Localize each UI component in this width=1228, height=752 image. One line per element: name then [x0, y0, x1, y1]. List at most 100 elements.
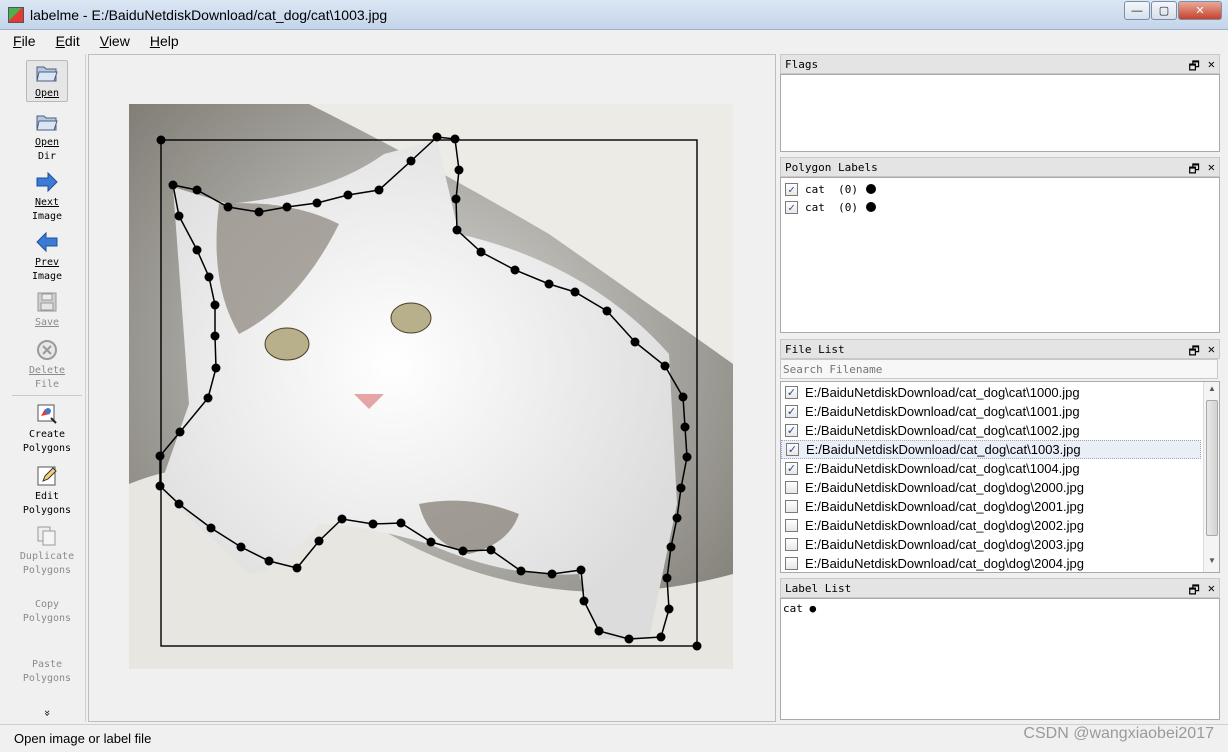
polygon-vertex[interactable] — [544, 279, 554, 289]
open-button[interactable]: Open — [26, 60, 68, 102]
polygon-vertex[interactable] — [426, 537, 436, 547]
annotated-image[interactable] — [129, 104, 733, 669]
polygon-vertex[interactable] — [210, 300, 220, 310]
file-list-item[interactable]: E:/BaiduNetdiskDownload/cat_dog\dog\2001… — [781, 497, 1219, 516]
polygon-vertex[interactable] — [676, 483, 686, 493]
polygon-vertex[interactable] — [254, 207, 264, 217]
search-filename-input[interactable] — [780, 359, 1218, 379]
file-list-item[interactable]: ✓ E:/BaiduNetdiskDownload/cat_dog\cat\100… — [781, 402, 1219, 421]
polygon-vertex[interactable] — [204, 272, 214, 282]
polygon-vertex[interactable] — [223, 202, 233, 212]
polygon-vertex[interactable] — [656, 632, 666, 642]
close-window-button[interactable]: ✕ — [1178, 1, 1222, 20]
polygon-vertex[interactable] — [570, 287, 580, 297]
copy-polygons-button[interactable]: Copy Polygons — [8, 598, 86, 626]
polygon-vertex[interactable] — [594, 626, 604, 636]
polygon-vertex[interactable] — [155, 481, 165, 491]
polygon-visibility-checkbox[interactable]: ✓ — [785, 200, 798, 214]
label-list[interactable]: cat ● — [780, 598, 1220, 720]
file-list-item[interactable]: ✓ E:/BaiduNetdiskDownload/cat_dog\cat\100… — [781, 421, 1219, 440]
polygon-vertex[interactable] — [374, 185, 384, 195]
minimize-button[interactable]: — — [1124, 1, 1150, 20]
polygon-vertex[interactable] — [451, 194, 461, 204]
polygon-vertex[interactable] — [660, 361, 670, 371]
polygon-vertex[interactable] — [547, 569, 557, 579]
menu-view[interactable]: View — [97, 33, 133, 49]
file-done-checkbox[interactable]: ✓ — [785, 462, 798, 475]
menu-help[interactable]: Help — [147, 33, 182, 49]
polygon-vertex[interactable] — [211, 363, 221, 373]
file-list-item[interactable]: E:/BaiduNetdiskDownload/cat_dog\dog\2003… — [781, 535, 1219, 554]
file-list-item[interactable]: E:/BaiduNetdiskDownload/cat_dog\dog\2004… — [781, 554, 1219, 573]
polygon-vertex[interactable] — [155, 451, 165, 461]
polygon-vertex[interactable] — [624, 634, 634, 644]
polygon-vertex[interactable] — [282, 202, 292, 212]
polygon-vertex[interactable] — [450, 134, 460, 144]
file-done-checkbox[interactable]: ✓ — [785, 424, 798, 437]
rectangle-vertex[interactable] — [156, 135, 166, 145]
next-image-button[interactable]: Next Image — [8, 170, 86, 224]
polygon-visibility-checkbox[interactable]: ✓ — [785, 182, 798, 196]
polygon-vertex[interactable] — [206, 523, 216, 533]
rectangle-vertex[interactable] — [692, 641, 702, 651]
file-list-item[interactable]: E:/BaiduNetdiskDownload/cat_dog\dog\2002… — [781, 516, 1219, 535]
polygon-labels-list[interactable]: ✓ cat (0) ✓ cat (0) — [780, 177, 1220, 333]
canvas-area[interactable] — [88, 54, 776, 722]
save-button[interactable]: Save — [8, 290, 86, 330]
menu-edit[interactable]: Edit — [53, 33, 83, 49]
polygon-vertex[interactable] — [476, 247, 486, 257]
polygon-label-item[interactable]: ✓ cat (0) — [781, 180, 1219, 198]
polygon-vertex[interactable] — [368, 519, 378, 529]
polygon-vertex[interactable] — [264, 556, 274, 566]
polygon-vertex[interactable] — [203, 393, 213, 403]
maximize-button[interactable]: ▢ — [1151, 1, 1177, 20]
polygon-vertex[interactable] — [432, 132, 442, 142]
polygon-vertex[interactable] — [662, 573, 672, 583]
polygon-vertex[interactable] — [236, 542, 246, 552]
polygon-vertex[interactable] — [682, 452, 692, 462]
polygon-vertex[interactable] — [630, 337, 640, 347]
polygon-vertex[interactable] — [664, 604, 674, 614]
polygon-vertex[interactable] — [458, 546, 468, 556]
edit-polygons-button[interactable]: Edit Polygons — [8, 464, 86, 518]
file-list-item-selected[interactable]: ✓ E:/BaiduNetdiskDownload/cat_dog\cat\100… — [781, 440, 1201, 459]
label-list-item[interactable]: cat ● — [783, 602, 1217, 615]
polygon-vertex[interactable] — [576, 565, 586, 575]
scrollbar-thumb[interactable] — [1206, 400, 1218, 536]
polygon-vertex[interactable] — [192, 245, 202, 255]
file-done-checkbox[interactable]: ✓ — [785, 386, 798, 399]
polygon-vertex[interactable] — [174, 499, 184, 509]
polygon-vertex[interactable] — [516, 566, 526, 576]
flags-list[interactable] — [780, 74, 1220, 152]
prev-image-button[interactable]: Prev Image — [8, 230, 86, 284]
image-annotation-layer[interactable] — [129, 104, 733, 669]
dock-close-icon[interactable]: ✕ — [1208, 342, 1215, 363]
polygon-vertex[interactable] — [175, 427, 185, 437]
polygon-vertex[interactable] — [292, 563, 302, 573]
polygon-vertex[interactable] — [486, 545, 496, 555]
polygon-vertex[interactable] — [337, 514, 347, 524]
file-done-checkbox[interactable] — [785, 538, 798, 551]
scroll-up-arrow-icon[interactable]: ▲ — [1204, 384, 1220, 398]
polygon-vertex[interactable] — [666, 542, 676, 552]
polygon-vertex[interactable] — [678, 392, 688, 402]
file-done-checkbox[interactable] — [785, 481, 798, 494]
polygon-vertex[interactable] — [602, 306, 612, 316]
polygon-vertex[interactable] — [192, 185, 202, 195]
create-polygons-button[interactable]: Create Polygons — [8, 402, 86, 456]
polygon-vertex[interactable] — [314, 536, 324, 546]
polygon-vertex[interactable] — [579, 596, 589, 606]
dock-float-icon[interactable]: 🗗 — [1188, 342, 1199, 363]
polygon-vertex[interactable] — [452, 225, 462, 235]
polygon-vertex[interactable] — [174, 211, 184, 221]
polygon-vertex[interactable] — [510, 265, 520, 275]
file-list-item[interactable]: ✓ E:/BaiduNetdiskDownload/cat_dog\cat\100… — [781, 459, 1219, 478]
file-list-item[interactable]: E:/BaiduNetdiskDownload/cat_dog\dog\2000… — [781, 478, 1219, 497]
file-list-item[interactable]: ✓ E:/BaiduNetdiskDownload/cat_dog\cat\100… — [781, 383, 1219, 402]
polygon-vertex[interactable] — [168, 180, 178, 190]
polygon-vertex[interactable] — [210, 331, 220, 341]
polygon-label-item[interactable]: ✓ cat (0) — [781, 198, 1219, 216]
file-list[interactable]: ✓ E:/BaiduNetdiskDownload/cat_dog\cat\100… — [780, 381, 1220, 573]
file-done-checkbox[interactable]: ✓ — [786, 443, 799, 456]
file-done-checkbox[interactable] — [785, 500, 798, 513]
